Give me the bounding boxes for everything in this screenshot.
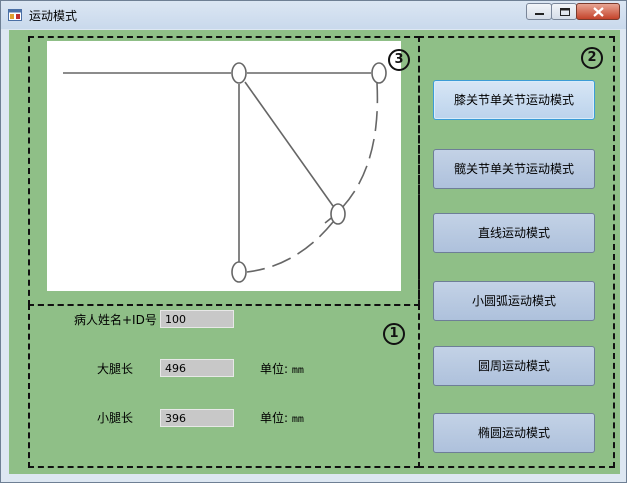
shank-length-input[interactable] — [160, 409, 234, 427]
circular-mode-button[interactable]: 圆周运动模式 — [433, 346, 595, 386]
shank-length-label: 小腿长 — [97, 411, 134, 425]
badge-2: 2 — [581, 47, 603, 69]
knee-single-joint-mode-button[interactable]: 膝关节单关节运动模式 — [433, 80, 595, 120]
ankle-node-vertical — [231, 261, 247, 283]
maximize-button[interactable] — [551, 3, 577, 20]
badge-1: 1 — [383, 323, 405, 345]
unit-prefix: 单位: — [260, 411, 289, 425]
arc-lower — [246, 221, 334, 273]
title-bar[interactable]: 运动模式 — [1, 1, 626, 29]
patient-name-id-label: 病人姓名+ID号 — [74, 313, 157, 327]
unit-value: mm — [291, 365, 304, 376]
patient-name-id-input[interactable] — [160, 310, 234, 328]
close-icon — [593, 7, 604, 17]
hip-single-joint-mode-button[interactable]: 髋关节单关节运动模式 — [433, 149, 595, 189]
unit-value: mm — [291, 414, 304, 425]
arc-upper — [324, 82, 379, 224]
leg-diagram-canvas — [47, 41, 401, 291]
shank-unit-label: 单位: mm — [260, 409, 304, 426]
badge-3: 3 — [388, 49, 410, 71]
small-arc-mode-button[interactable]: 小圆弧运动模式 — [433, 281, 595, 321]
thigh-unit-label: 单位: mm — [260, 360, 304, 377]
linear-mode-button[interactable]: 直线运动模式 — [433, 213, 595, 253]
maximize-icon — [560, 8, 570, 16]
app-window-icon — [8, 9, 22, 21]
minimize-button[interactable] — [526, 3, 552, 20]
window-title: 运动模式 — [29, 9, 78, 23]
diagonal-shank-line — [244, 81, 334, 207]
ellipse-mode-button[interactable]: 椭圆运动模式 — [433, 413, 595, 453]
region-info-box — [28, 304, 420, 468]
minimize-icon — [535, 13, 544, 15]
ankle-node-extended — [371, 62, 387, 84]
thigh-length-input[interactable] — [160, 359, 234, 377]
knee-joint-node — [231, 62, 247, 84]
thigh-length-label: 大腿长 — [97, 362, 134, 376]
unit-prefix: 单位: — [260, 362, 289, 376]
ankle-node-diagonal — [330, 203, 346, 225]
close-button[interactable] — [576, 3, 620, 20]
leg-diagram — [63, 62, 387, 283]
